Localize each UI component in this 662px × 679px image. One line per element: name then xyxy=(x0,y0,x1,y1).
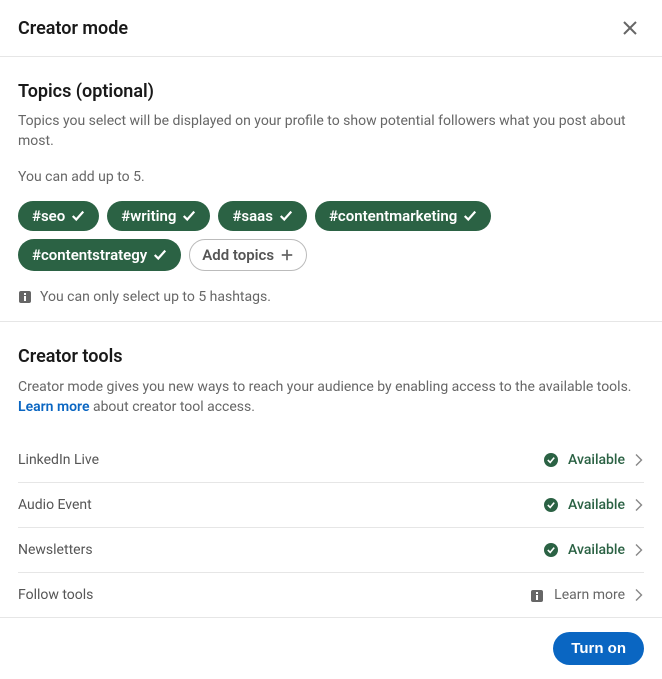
tool-label: Follow tools xyxy=(18,587,93,603)
plus-icon xyxy=(280,248,294,262)
tool-status-group: Available xyxy=(544,497,644,513)
add-topics-button[interactable]: Add topics xyxy=(189,239,307,271)
topics-description: Topics you select will be displayed on y… xyxy=(18,112,644,151)
chevron-right-icon xyxy=(635,454,644,466)
close-icon xyxy=(621,19,639,37)
topics-title: Topics (optional) xyxy=(18,81,644,102)
status-check-icon xyxy=(544,498,558,512)
topic-pill-contentstrategy[interactable]: #contentstrategy xyxy=(18,239,181,271)
learn-more-link[interactable]: Learn more xyxy=(18,399,89,415)
tool-status-group: Available xyxy=(544,452,644,468)
topic-pill-label: #saas xyxy=(232,207,273,225)
tool-status: Available xyxy=(568,452,625,468)
topic-pill-label: #contentstrategy xyxy=(32,246,147,264)
modal-footer: Turn on xyxy=(0,617,662,679)
tool-row-linkedin-live[interactable]: LinkedIn Live Available xyxy=(18,438,644,483)
modal-header: Creator mode xyxy=(0,0,662,57)
check-icon xyxy=(463,209,477,223)
check-icon xyxy=(279,209,293,223)
tool-label: Audio Event xyxy=(18,497,92,513)
tool-status: Available xyxy=(568,542,625,558)
topic-pill-label: #writing xyxy=(121,207,176,225)
turn-on-button[interactable]: Turn on xyxy=(553,632,644,665)
chevron-right-icon xyxy=(635,499,644,511)
creator-tools-section: Creator tools Creator mode gives you new… xyxy=(0,322,662,617)
creator-tools-title: Creator tools xyxy=(18,346,644,367)
add-topics-label: Add topics xyxy=(202,246,274,264)
topics-limit-note: You can add up to 5. xyxy=(18,169,644,185)
tool-label: LinkedIn Live xyxy=(18,452,99,468)
status-check-icon xyxy=(544,543,558,557)
tool-row-audio-event[interactable]: Audio Event Available xyxy=(18,483,644,528)
info-icon xyxy=(18,290,32,304)
tool-status: Available xyxy=(568,497,625,513)
chevron-right-icon xyxy=(635,589,644,601)
creator-tools-description: Creator mode gives you new ways to reach… xyxy=(18,377,644,418)
close-button[interactable] xyxy=(616,14,644,42)
tool-status-group: Learn more xyxy=(530,587,644,603)
modal-title: Creator mode xyxy=(18,18,128,39)
topic-pill-label: #seo xyxy=(32,207,65,225)
topic-pills: #seo #writing #saas #contentmarketing #c… xyxy=(18,201,644,271)
topic-pill-label: #contentmarketing xyxy=(329,207,457,225)
topics-warning: You can only select up to 5 hashtags. xyxy=(18,289,644,305)
check-icon xyxy=(71,209,85,223)
tool-row-follow-tools[interactable]: Follow tools Learn more xyxy=(18,573,644,617)
topics-section: Topics (optional) Topics you select will… xyxy=(0,57,662,321)
tools-desc-pre: Creator mode gives you new ways to reach… xyxy=(18,379,631,395)
info-icon xyxy=(530,588,544,602)
tool-status-group: Available xyxy=(544,542,644,558)
tool-label: Newsletters xyxy=(18,542,93,558)
status-check-icon xyxy=(544,453,558,467)
topics-warning-text: You can only select up to 5 hashtags. xyxy=(40,289,271,305)
check-icon xyxy=(182,209,196,223)
check-icon xyxy=(153,248,167,262)
chevron-right-icon xyxy=(635,544,644,556)
topic-pill-writing[interactable]: #writing xyxy=(107,201,210,231)
topic-pill-contentmarketing[interactable]: #contentmarketing xyxy=(315,201,491,231)
topic-pill-seo[interactable]: #seo xyxy=(18,201,99,231)
tools-desc-post: about creator tool access. xyxy=(89,399,254,415)
tool-status: Learn more xyxy=(554,587,625,603)
tool-row-newsletters[interactable]: Newsletters Available xyxy=(18,528,644,573)
topic-pill-saas[interactable]: #saas xyxy=(218,201,307,231)
